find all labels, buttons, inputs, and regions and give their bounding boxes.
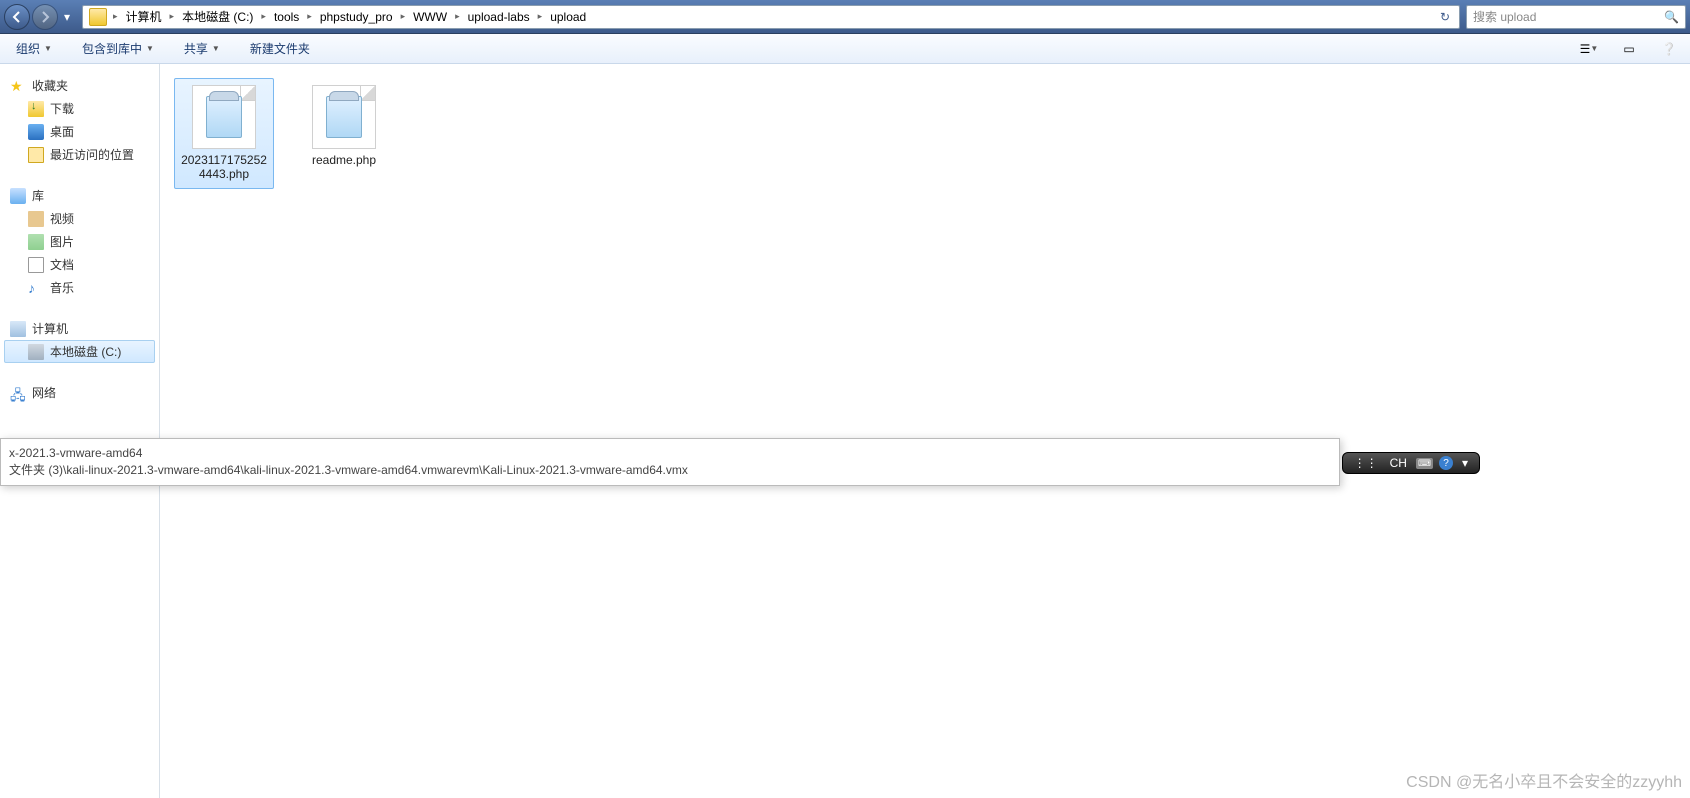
new-folder-button[interactable]: 新建文件夹 bbox=[244, 38, 316, 59]
sidebar-item-recent[interactable]: 最近访问的位置 bbox=[4, 143, 155, 166]
document-icon bbox=[28, 257, 44, 273]
sidebar-item-desktop[interactable]: 桌面 bbox=[4, 120, 155, 143]
main-area: ★收藏夹 下载 桌面 最近访问的位置 库 视频 图片 文档 ♪音乐 计算机 本地… bbox=[0, 64, 1690, 798]
ime-help-icon[interactable]: ? bbox=[1439, 456, 1453, 470]
ime-drag-icon[interactable]: ⋮⋮ bbox=[1351, 456, 1381, 470]
navigation-pane: ★收藏夹 下载 桌面 最近访问的位置 库 视频 图片 文档 ♪音乐 计算机 本地… bbox=[0, 64, 160, 798]
music-icon: ♪ bbox=[28, 280, 44, 296]
view-options-button[interactable]: ☰ ▼ bbox=[1578, 38, 1600, 60]
sidebar-item-downloads[interactable]: 下载 bbox=[4, 97, 155, 120]
sidebar-libraries-header[interactable]: 库 bbox=[4, 184, 155, 207]
refresh-button[interactable]: ↻ bbox=[1433, 10, 1457, 24]
file-list[interactable]: 20231171752524443.php readme.php bbox=[160, 64, 1690, 798]
command-bar: 组织 ▼ 包含到库中 ▼ 共享 ▼ 新建文件夹 ☰ ▼ ▭ ❔ bbox=[0, 34, 1690, 64]
sidebar-item-local-disk-c[interactable]: 本地磁盘 (C:) bbox=[4, 340, 155, 363]
sidebar-item-pictures[interactable]: 图片 bbox=[4, 230, 155, 253]
file-item[interactable]: readme.php bbox=[294, 78, 394, 174]
sidebar-favorites-header[interactable]: ★收藏夹 bbox=[4, 74, 155, 97]
php-file-icon bbox=[192, 85, 256, 149]
language-bar[interactable]: ⋮⋮ CH ⌨ ? ▾ bbox=[1342, 452, 1480, 474]
sidebar-item-music[interactable]: ♪音乐 bbox=[4, 276, 155, 299]
download-icon bbox=[28, 101, 44, 117]
breadcrumb-segment[interactable]: WWW bbox=[407, 6, 453, 28]
file-name-label: 20231171752524443.php bbox=[181, 153, 267, 182]
php-file-icon bbox=[312, 85, 376, 149]
back-button[interactable] bbox=[4, 4, 30, 30]
chevron-right-icon: ▸ bbox=[111, 11, 120, 22]
breadcrumb-segment[interactable]: upload-labs bbox=[462, 6, 536, 28]
share-menu[interactable]: 共享 ▼ bbox=[178, 38, 226, 59]
forward-button[interactable] bbox=[32, 4, 58, 30]
search-input[interactable]: 搜索 upload 🔍 bbox=[1466, 5, 1686, 29]
search-icon: 🔍 bbox=[1664, 10, 1679, 24]
help-button[interactable]: ❔ bbox=[1658, 38, 1680, 60]
breadcrumb-segment[interactable]: tools bbox=[268, 6, 305, 28]
ime-options-icon[interactable]: ▾ bbox=[1459, 456, 1471, 470]
library-icon bbox=[10, 188, 26, 204]
preview-pane-button[interactable]: ▭ bbox=[1618, 38, 1640, 60]
breadcrumb-segment[interactable]: 本地磁盘 (C:) bbox=[176, 6, 259, 28]
include-library-menu[interactable]: 包含到库中 ▼ bbox=[76, 38, 160, 59]
star-icon: ★ bbox=[10, 78, 26, 94]
file-item[interactable]: 20231171752524443.php bbox=[174, 78, 274, 189]
drive-icon bbox=[28, 344, 44, 360]
breadcrumb-segment[interactable]: 计算机 bbox=[120, 6, 168, 28]
folder-icon bbox=[89, 8, 107, 26]
address-bar: ▾ ▸ 计算机▸ 本地磁盘 (C:)▸ tools▸ phpstudy_pro▸… bbox=[0, 0, 1690, 34]
file-name-label: readme.php bbox=[312, 153, 376, 167]
popup-line-1: x-2021.3-vmware-amd64 bbox=[9, 445, 1331, 462]
organize-menu[interactable]: 组织 ▼ bbox=[10, 38, 58, 59]
recent-icon bbox=[28, 147, 44, 163]
sidebar-item-documents[interactable]: 文档 bbox=[4, 253, 155, 276]
sidebar-computer-header[interactable]: 计算机 bbox=[4, 317, 155, 340]
breadcrumb-segment[interactable]: upload bbox=[544, 6, 592, 28]
keyboard-icon[interactable]: ⌨ bbox=[1416, 458, 1433, 469]
breadcrumb[interactable]: ▸ 计算机▸ 本地磁盘 (C:)▸ tools▸ phpstudy_pro▸ W… bbox=[82, 5, 1460, 29]
computer-icon bbox=[10, 321, 26, 337]
popup-line-2: 文件夹 (3)\kali-linux-2021.3-vmware-amd64\k… bbox=[9, 462, 1331, 479]
network-icon: 🖧 bbox=[10, 385, 26, 401]
video-icon bbox=[28, 211, 44, 227]
history-dropdown[interactable]: ▾ bbox=[64, 10, 78, 24]
picture-icon bbox=[28, 234, 44, 250]
sidebar-item-videos[interactable]: 视频 bbox=[4, 207, 155, 230]
ime-language-indicator[interactable]: CH bbox=[1387, 456, 1410, 470]
breadcrumb-segment[interactable]: phpstudy_pro bbox=[314, 6, 399, 28]
watermark: CSDN @无名小卒且不会安全的zzyyhh bbox=[1406, 768, 1682, 792]
tooltip-popup: x-2021.3-vmware-amd64 文件夹 (3)\kali-linux… bbox=[0, 438, 1340, 486]
search-placeholder: 搜索 upload bbox=[1473, 8, 1536, 25]
sidebar-network-header[interactable]: 🖧网络 bbox=[4, 381, 155, 404]
desktop-icon bbox=[28, 124, 44, 140]
